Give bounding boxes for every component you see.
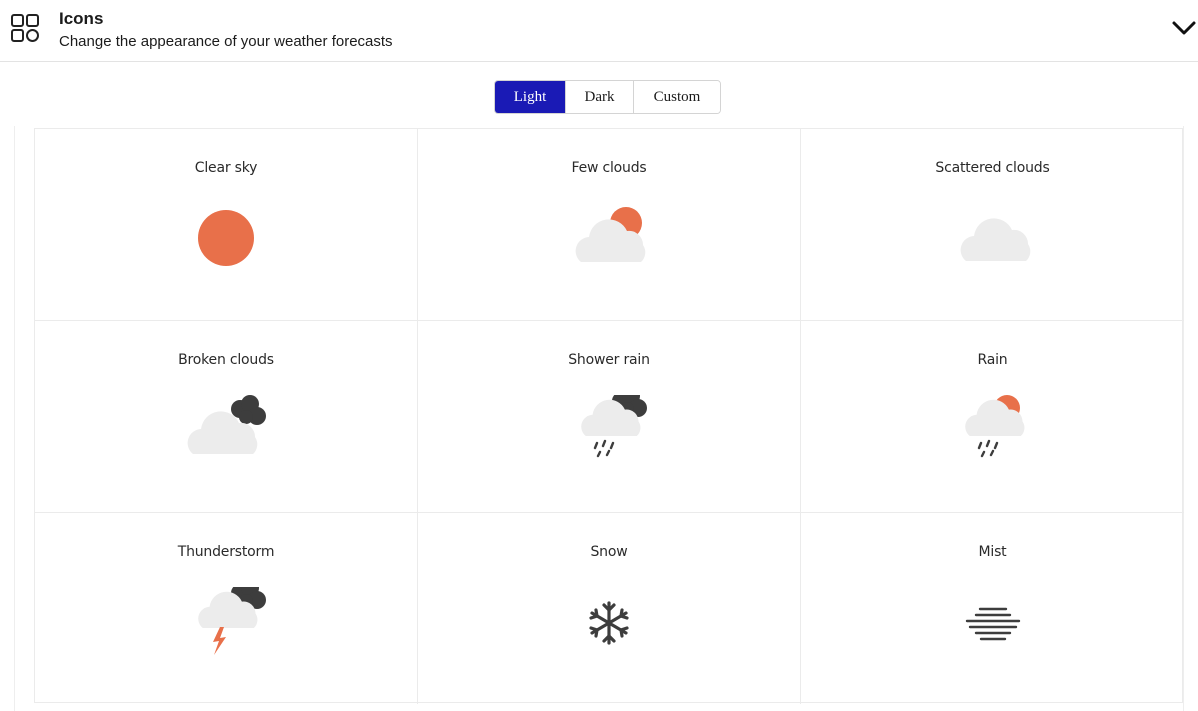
few-clouds-icon: [575, 207, 646, 262]
snow-icon: [589, 601, 629, 645]
tile-label: Few clouds: [571, 160, 647, 176]
weather-tile-snow[interactable]: Snow: [418, 513, 801, 704]
weather-tile-rain[interactable]: Rain: [801, 321, 1184, 513]
section-subtitle: Change the appearance of your weather fo…: [59, 33, 393, 50]
tile-label: Snow: [590, 544, 628, 560]
rain-icon: [964, 395, 1024, 458]
theme-option-light[interactable]: Light: [495, 81, 565, 113]
weather-tile-broken-clouds[interactable]: Broken clouds: [35, 321, 418, 513]
theme-option-custom[interactable]: Custom: [633, 81, 720, 113]
tile-label: Mist: [978, 544, 1007, 560]
scattered-clouds-icon: [960, 218, 1030, 261]
tile-label: Shower rain: [568, 352, 650, 368]
weather-tile-clear-sky[interactable]: Clear sky: [35, 129, 418, 321]
mist-icon: [965, 607, 1020, 641]
section-header[interactable]: Icons Change the appearance of your weat…: [0, 0, 1198, 62]
weather-tile-scattered-clouds[interactable]: Scattered clouds: [801, 129, 1184, 321]
weather-tile-thunderstorm[interactable]: Thunderstorm: [35, 513, 418, 704]
theme-option-dark[interactable]: Dark: [565, 81, 633, 113]
tile-label: Scattered clouds: [935, 160, 1050, 176]
tile-label: Broken clouds: [178, 352, 274, 368]
theme-selector: Light Dark Custom: [494, 80, 721, 114]
tile-label: Thunderstorm: [177, 544, 275, 560]
chevron-down-icon[interactable]: [1170, 14, 1198, 40]
weather-tile-shower-rain[interactable]: Shower rain: [418, 321, 801, 513]
weather-tile-few-clouds[interactable]: Few clouds: [418, 129, 801, 321]
clear-sky-icon: [198, 210, 254, 266]
weather-tile-mist[interactable]: Mist: [801, 513, 1184, 704]
tile-label: Clear sky: [194, 160, 258, 176]
thunderstorm-icon: [198, 587, 266, 655]
tile-label: Rain: [977, 352, 1008, 368]
shower-rain-icon: [581, 395, 647, 458]
weather-icon-grid: Clear sky Few clouds Scattered clouds Br…: [34, 128, 1184, 704]
grid-apps-icon: [11, 14, 39, 42]
section-title: Icons: [59, 9, 104, 28]
broken-clouds-icon: [187, 395, 266, 454]
